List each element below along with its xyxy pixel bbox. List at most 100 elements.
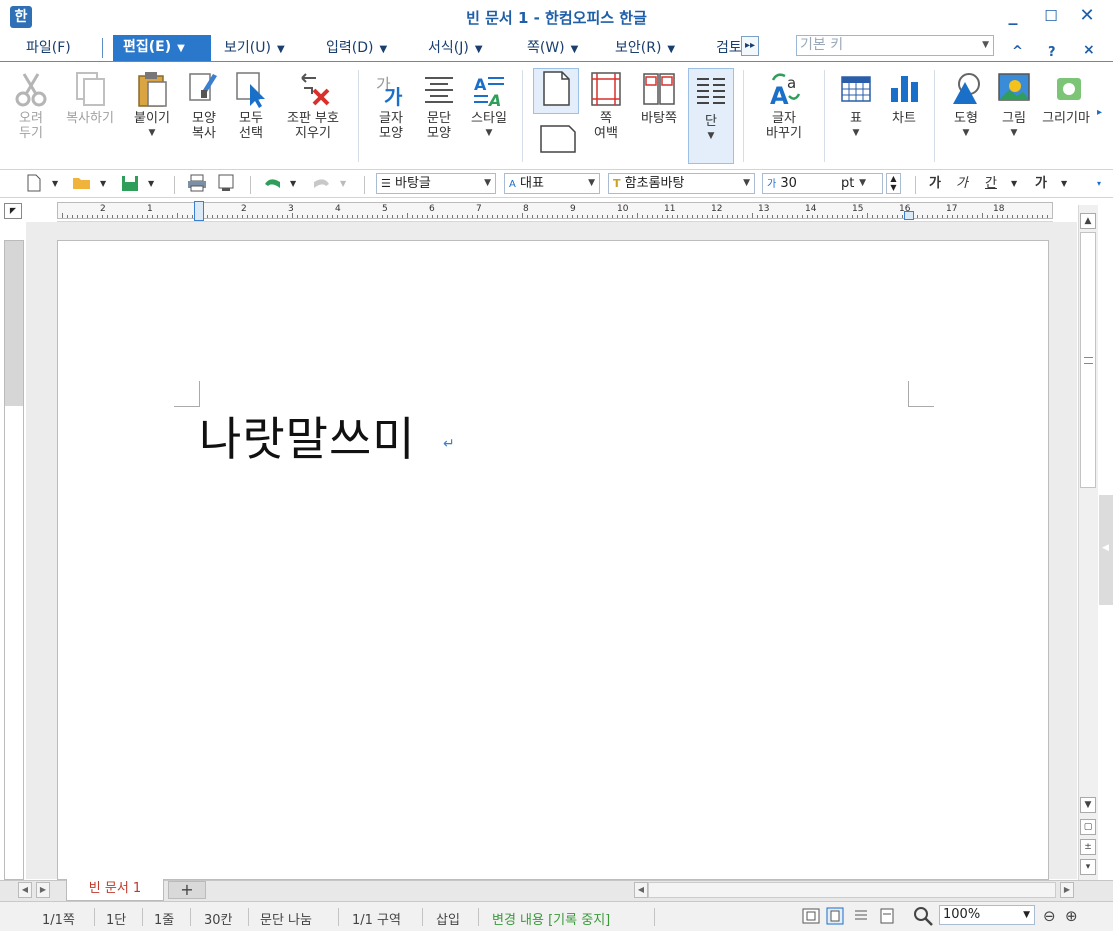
chevron-down-icon[interactable]: ▼: [1011, 174, 1017, 194]
menu-insert[interactable]: 입력(D) ▼: [326, 36, 387, 62]
menu-security[interactable]: 보안(R) ▼: [615, 36, 675, 62]
ribbon-separator: [522, 70, 523, 162]
ruler-tick: [957, 215, 958, 218]
document-tab[interactable]: 빈 문서 1: [66, 879, 164, 901]
ruler-tick: [517, 215, 518, 218]
status-track-changes[interactable]: 변경 내용 [기록 중지]: [492, 909, 610, 928]
chart-button[interactable]: 차트: [884, 70, 924, 126]
view-draft-button[interactable]: [852, 907, 870, 929]
zoom-in-button[interactable]: ⊕: [1065, 907, 1078, 925]
ruler-tick: [867, 213, 868, 218]
redo-button[interactable]: [310, 174, 332, 194]
new-document-button[interactable]: [26, 174, 42, 194]
minimize-button[interactable]: _: [998, 4, 1028, 28]
columns-button[interactable]: 단 ▼: [688, 68, 734, 164]
master-page-button[interactable]: 바탕쪽: [634, 70, 684, 126]
right-indent-marker[interactable]: [904, 211, 914, 220]
chevron-down-icon[interactable]: ▼: [100, 174, 106, 194]
horizontal-ruler[interactable]: 21123456789101112131415161718: [57, 200, 1053, 222]
menu-file[interactable]: 파일(F): [26, 36, 71, 62]
status-insert-mode[interactable]: 삽입: [436, 909, 460, 928]
scroll-up-button[interactable]: ▲: [1080, 213, 1096, 229]
document-text[interactable]: 나랏말쓰미: [199, 403, 416, 469]
shortcut-key-combo[interactable]: 기본 키 ▼: [796, 35, 994, 56]
menu-view[interactable]: 보기(U) ▼: [224, 36, 285, 62]
tab-scroll-left-button[interactable]: ◀: [18, 882, 32, 898]
scrollbar-thumb[interactable]: [1080, 232, 1096, 488]
undo-button[interactable]: [262, 174, 284, 194]
doc-close-button[interactable]: ×: [1083, 42, 1095, 58]
vertical-ruler[interactable]: [4, 240, 24, 880]
ruler-tick: [522, 213, 523, 218]
help-button[interactable]: ?: [1048, 45, 1056, 60]
chevron-down-icon: ▼: [707, 131, 715, 141]
tab-type-selector[interactable]: ◤: [4, 203, 22, 219]
zoom-icon[interactable]: [912, 905, 934, 931]
menu-format[interactable]: 서식(J) ▼: [428, 36, 483, 62]
close-button[interactable]: ✕: [1072, 4, 1102, 28]
hscroll-right-button[interactable]: ▶: [1060, 882, 1074, 898]
document-page[interactable]: [57, 240, 1049, 880]
hscroll-left-button[interactable]: ◀: [634, 882, 648, 898]
shape-button[interactable]: 도형 ▼: [944, 70, 988, 141]
font-size-stepper[interactable]: ▲ ▼: [886, 173, 901, 194]
drawing-button[interactable]: 그리기마: [1040, 70, 1092, 126]
tab-scroll-right-button[interactable]: ▶: [36, 882, 50, 898]
add-tab-button[interactable]: +: [168, 881, 206, 899]
font-combo[interactable]: T 함초롬바탕 ▼: [608, 173, 755, 194]
ribbon-separator: [358, 70, 359, 162]
chevron-down-icon[interactable]: ▼: [340, 174, 346, 194]
cut-button[interactable]: 오려 두기: [10, 70, 52, 141]
chevron-down-icon[interactable]: ▼: [290, 174, 296, 194]
chevron-down-icon[interactable]: ▼: [148, 174, 154, 194]
left-indent-marker[interactable]: [194, 201, 204, 221]
view-fullpage-button[interactable]: [802, 907, 820, 929]
picture-button[interactable]: 그림 ▼: [994, 70, 1034, 141]
style-button[interactable]: AA 스타일 ▼: [464, 70, 514, 141]
page-orientation-landscape-button[interactable]: [536, 120, 576, 157]
side-panel-toggle[interactable]: ◀: [1099, 495, 1113, 605]
page-view-button[interactable]: ▢: [1080, 819, 1096, 835]
preview-button[interactable]: [216, 174, 238, 194]
prev-page-button[interactable]: ±: [1080, 839, 1096, 855]
menu-edit[interactable]: 편집(E) ▼: [113, 35, 211, 61]
menu-page[interactable]: 쪽(W) ▼: [527, 36, 578, 62]
table-button[interactable]: 표 ▼: [836, 70, 876, 141]
chevron-down-icon[interactable]: ▼: [52, 174, 58, 194]
char-shape-button[interactable]: 가가 글자 모양: [369, 70, 413, 141]
view-web-button[interactable]: [878, 907, 896, 929]
view-page-button[interactable]: [826, 907, 844, 929]
bold-button[interactable]: 가: [929, 174, 941, 194]
ribbon-scroll-right-icon[interactable]: ▸: [1097, 107, 1102, 118]
copy-button[interactable]: 복사하기: [58, 70, 122, 126]
paste-button[interactable]: 붙이기 ▼: [128, 70, 176, 141]
zoom-out-button[interactable]: ⊖: [1043, 907, 1056, 925]
strike-button[interactable]: 가: [1035, 174, 1047, 194]
zoom-combo[interactable]: 100% ▼: [939, 905, 1035, 925]
open-document-button[interactable]: [72, 174, 92, 194]
print-button[interactable]: [186, 174, 208, 194]
para-shape-button[interactable]: 문단 모양: [417, 70, 461, 141]
remove-markup-button[interactable]: 조판 부호 지우기: [278, 70, 348, 141]
more-menu-button[interactable]: ▸▸: [741, 36, 759, 56]
status-page[interactable]: 1/1쪽: [42, 909, 75, 928]
scroll-down-button[interactable]: ▼: [1080, 797, 1096, 813]
change-char-button[interactable]: Aa 글자 바꾸기: [754, 70, 814, 141]
next-page-button[interactable]: ▾: [1080, 859, 1096, 875]
italic-button[interactable]: 가: [956, 174, 968, 194]
maximize-button[interactable]: ☐: [1036, 4, 1066, 28]
select-all-button[interactable]: 모두 선택: [230, 70, 272, 141]
style-combo[interactable]: ☰ 바탕글 ▼: [376, 173, 496, 194]
page-orientation-portrait-button[interactable]: [533, 68, 579, 114]
font-size-combo[interactable]: 가 30 pt ▼: [762, 173, 883, 194]
save-button[interactable]: [120, 174, 140, 194]
language-combo[interactable]: A 대표 ▼: [504, 173, 600, 194]
chevron-down-icon[interactable]: ▼: [1061, 174, 1067, 194]
format-copy-button[interactable]: 모양 복사: [184, 70, 224, 141]
underline-button[interactable]: 간: [985, 174, 997, 194]
ribbon-collapse-button[interactable]: ^: [1012, 44, 1023, 59]
menu-review[interactable]: 검토: [716, 36, 742, 62]
horizontal-scrollbar[interactable]: [648, 882, 1056, 898]
page-margin-button[interactable]: 쪽 여백: [584, 70, 628, 141]
toolbar-overflow-icon[interactable]: ▾: [1097, 174, 1101, 194]
